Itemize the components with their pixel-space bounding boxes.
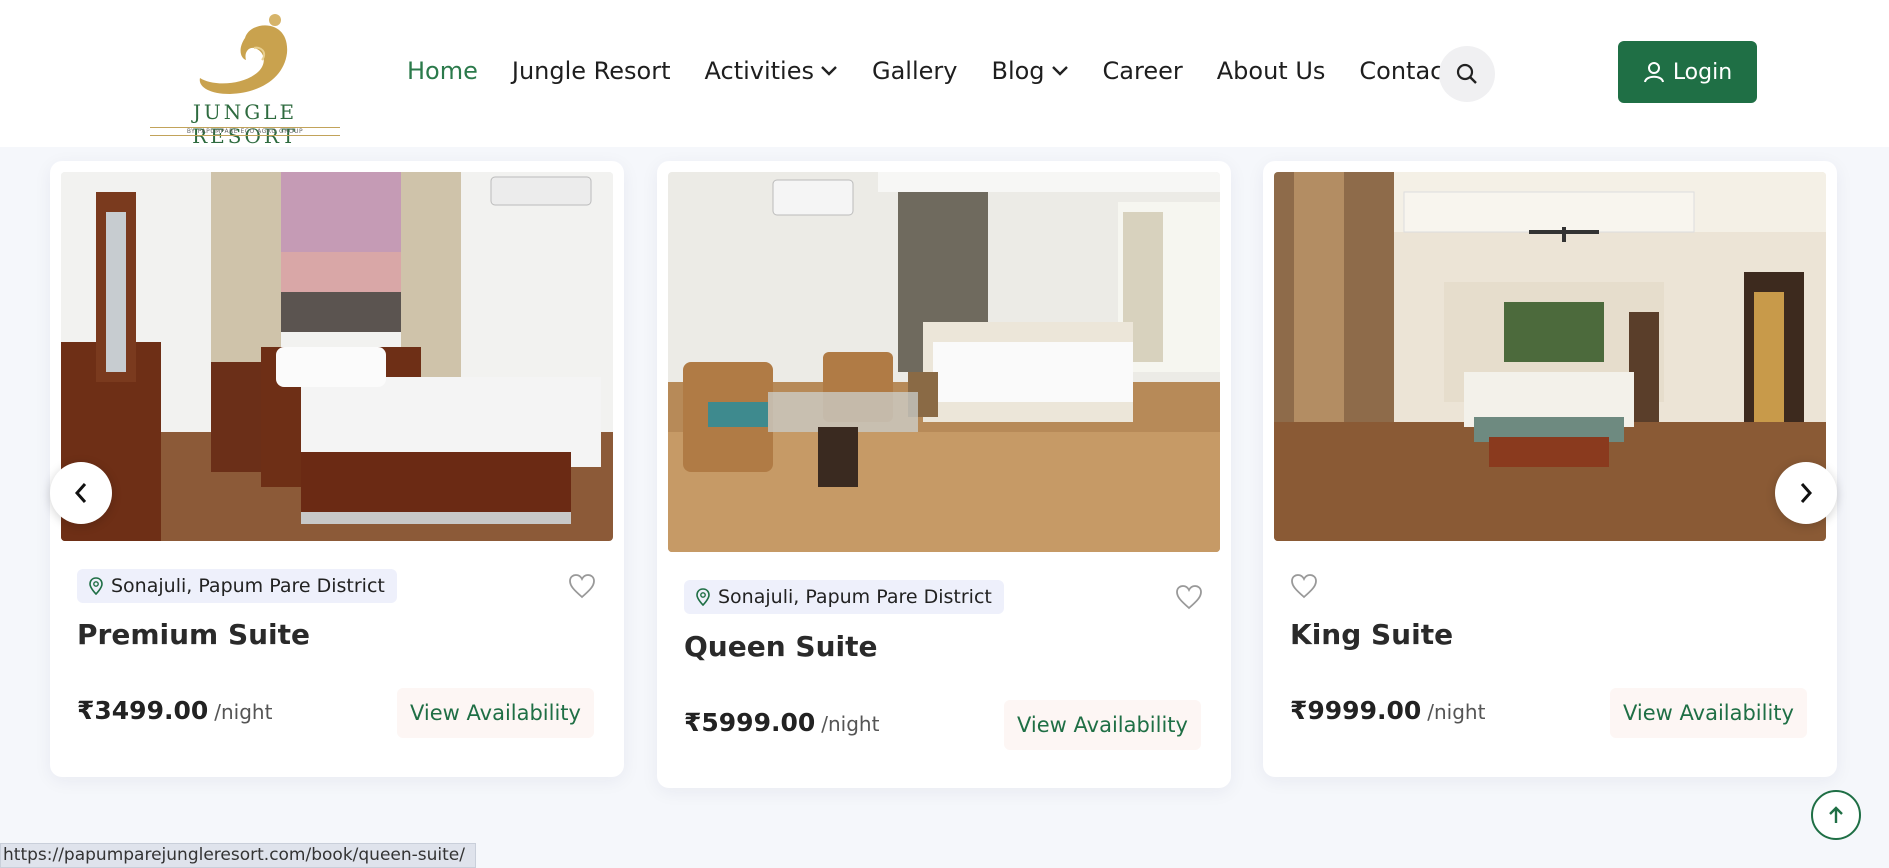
view-availability-button[interactable]: View Availability [1004,700,1201,750]
price-unit: /night [1427,700,1486,724]
room-price: ₹3499.00/night [77,696,272,725]
logo-title: JUNGLE RESORT [192,100,298,148]
room-title[interactable]: Premium Suite [77,618,310,651]
room-card[interactable]: Sonajuli, Papum Pare District Queen Suit… [657,161,1231,788]
chevron-down-icon [821,66,837,76]
price-unit: /night [214,700,273,724]
nav-activities[interactable]: Activities [705,57,839,85]
room-card[interactable]: Sonajuli, Papum Pare District Premium Su… [50,161,624,777]
chevron-right-icon [1800,483,1813,503]
search-button[interactable] [1439,46,1495,102]
room-photo[interactable] [668,172,1220,552]
nav-gallery[interactable]: Gallery [872,57,957,85]
heart-icon[interactable] [1175,584,1203,610]
room-photo-queen-suite [668,172,1220,552]
room-photo[interactable] [1274,172,1826,541]
nav-activities-label: Activities [704,57,815,85]
chevron-left-icon [74,483,87,503]
nav-about-us[interactable]: About Us [1217,57,1326,85]
room-title[interactable]: Queen Suite [684,630,877,663]
nav-jungle-resort[interactable]: Jungle Resort [512,57,671,85]
map-pin-icon [696,588,710,606]
view-availability-button[interactable]: View Availability [1610,688,1807,738]
nav-gallery-label: Gallery [872,57,958,85]
location-badge: Sonajuli, Papum Pare District [684,580,1004,614]
site-header: JUNGLE RESORT BY PAPUMPARE ECO AGRO GROU… [0,0,1889,148]
room-card[interactable]: King Suite ₹9999.00/night View Availabil… [1263,161,1837,777]
chevron-down-icon [1051,66,1068,76]
carousel-next-button[interactable] [1775,462,1837,524]
nav-career-label: Career [1102,57,1183,85]
search-icon [1456,63,1477,84]
nav-about-us-label: About Us [1216,57,1326,85]
room-photo-king-suite [1274,172,1826,541]
login-button[interactable]: Login [1618,41,1757,103]
arrow-up-icon [1829,806,1843,823]
user-icon [1643,62,1664,83]
room-photo[interactable] [61,172,613,541]
heart-icon[interactable] [1290,573,1318,599]
login-label: Login [1672,59,1733,85]
elephant-logo-icon [199,14,288,95]
nav-home-label: Home [407,57,478,85]
price-unit: /night [821,712,880,736]
price-value: ₹9999.00 [1290,696,1422,725]
nav-home[interactable]: Home [407,57,478,85]
location-text: Sonajuli, Papum Pare District [718,586,992,608]
location-badge: Sonajuli, Papum Pare District [77,569,397,603]
site-logo[interactable]: JUNGLE RESORT BY PAPUMPARE ECO AGRO GROU… [150,8,340,148]
map-pin-icon [89,577,103,595]
nav-career[interactable]: Career [1103,57,1183,85]
room-price: ₹5999.00/night [684,708,879,737]
nav-blog-label: Blog [991,57,1045,85]
nav-jungle-resort-label: Jungle Resort [511,57,671,85]
nav-blog[interactable]: Blog [991,57,1068,85]
main-nav: Home Jungle Resort Activities Gallery Bl… [407,56,1524,86]
scroll-to-top-button[interactable] [1811,790,1861,840]
room-photo-premium-suite [61,172,613,541]
logo-subtitle: BY PAPUMPARE ECO AGRO GROUP [150,127,340,136]
status-bar-url: https://papumparejungleresort.com/book/q… [0,843,476,868]
room-title[interactable]: King Suite [1290,618,1453,651]
price-value: ₹5999.00 [684,708,816,737]
location-text: Sonajuli, Papum Pare District [111,575,385,597]
heart-icon[interactable] [568,573,596,599]
carousel-prev-button[interactable] [50,462,112,524]
room-price: ₹9999.00/night [1290,696,1485,725]
view-availability-button[interactable]: View Availability [397,688,594,738]
price-value: ₹3499.00 [77,696,209,725]
